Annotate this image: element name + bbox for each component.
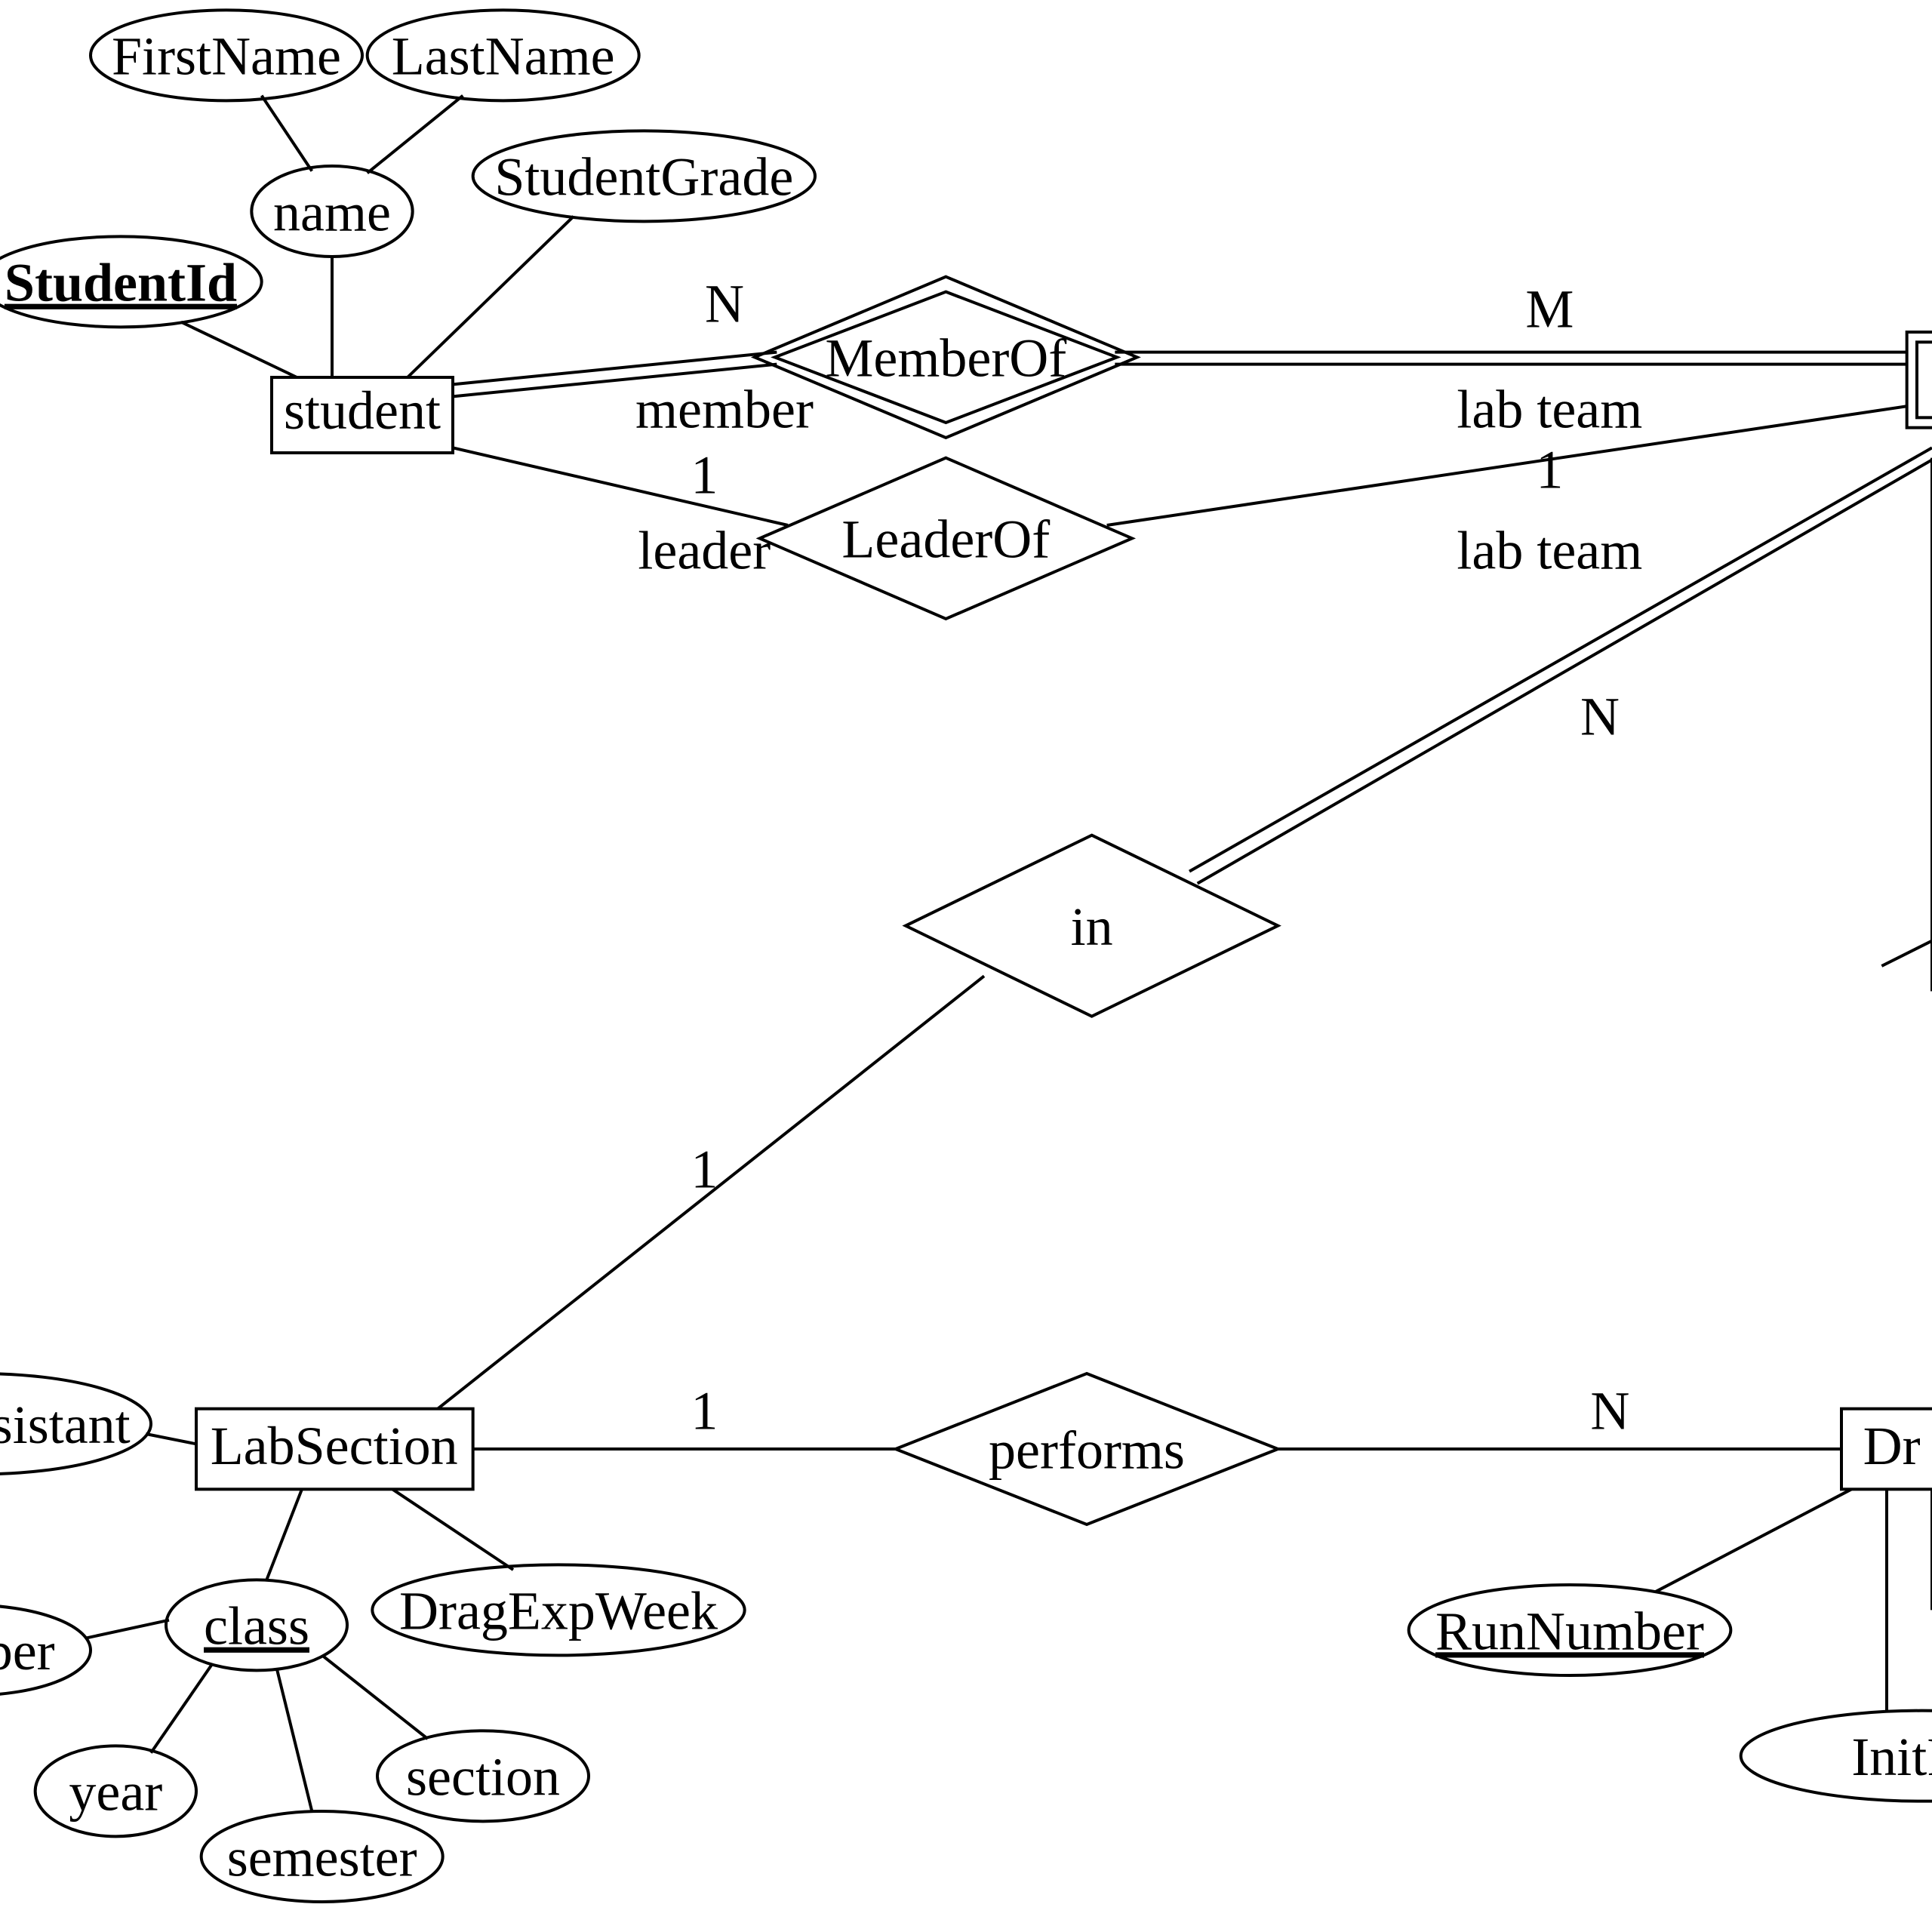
relationship-in: in <box>906 835 1278 1017</box>
attribute-class: class <box>166 1580 347 1670</box>
role-labteam-1: lab team <box>1457 380 1642 440</box>
er-diagram: FirstName LastName name StudentGrade Stu… <box>0 0 1932 1932</box>
edge-in-labteam-a <box>1189 448 1932 871</box>
edge-assistant-labsection <box>146 1434 196 1444</box>
relationship-in-label: in <box>1071 897 1113 957</box>
attribute-dragexpweek-label: DragExpWeek <box>399 1581 718 1641</box>
cardinality-leaderof-team: 1 <box>1536 440 1563 500</box>
attribute-studentid-label: StudentId <box>5 253 237 313</box>
relationship-leaderof-label: LeaderOf <box>841 509 1050 570</box>
entity-labteam-partial <box>1907 332 1932 428</box>
cardinality-performs-section: 1 <box>691 1380 718 1441</box>
role-leader: leader <box>638 520 771 580</box>
edge-semester-class <box>277 1669 312 1811</box>
relationship-leaderof: LeaderOf <box>760 458 1132 619</box>
attribute-section: section <box>377 1730 589 1821</box>
edge-class-labsection <box>266 1489 302 1580</box>
attribute-year: year <box>35 1746 196 1836</box>
edge-year-class <box>151 1666 211 1753</box>
attribute-assistant: ssistant <box>0 1374 151 1474</box>
cardinality-in-section: 1 <box>691 1139 718 1199</box>
attribute-initposition-label: InitPositi <box>1851 1727 1932 1787</box>
attribute-number: ber <box>0 1605 91 1696</box>
entity-student: student <box>272 377 453 453</box>
cardinality-memberof-team: M <box>1525 278 1574 339</box>
attribute-studentgrade: StudentGrade <box>473 131 815 221</box>
attribute-studentid: StudentId <box>0 236 262 327</box>
attribute-firstname-label: FirstName <box>112 26 341 87</box>
entity-labsection-label: LabSection <box>211 1416 458 1476</box>
edge-lastname-name <box>368 96 463 174</box>
role-member: member <box>635 380 814 440</box>
attribute-name: name <box>251 166 412 257</box>
edge-firstname-name <box>262 96 312 171</box>
attribute-firstname: FirstName <box>91 10 362 100</box>
attribute-assistant-label: ssistant <box>0 1395 131 1455</box>
diamond-right-partial <box>1881 941 1932 992</box>
attribute-semester: semester <box>202 1811 443 1902</box>
edge-number-class <box>85 1620 169 1638</box>
attribute-runnumber: RunNumber <box>1409 1585 1731 1675</box>
edge-studentgrade-student <box>408 217 574 377</box>
relationship-performs: performs <box>896 1374 1278 1524</box>
attribute-number-label: ber <box>0 1621 55 1681</box>
edge-student-leaderof <box>453 448 788 525</box>
entity-dragexp-label: Dr <box>1863 1416 1921 1476</box>
attribute-lastname-label: LastName <box>392 26 615 87</box>
attribute-semester-label: semester <box>227 1827 417 1887</box>
edge-studentid-student <box>181 322 297 377</box>
relationship-performs-label: performs <box>989 1420 1185 1480</box>
attribute-initposition: InitPositi <box>1741 1711 1932 1801</box>
attribute-name-label: name <box>273 182 391 242</box>
cardinality-in-team: N <box>1580 686 1620 746</box>
cardinality-memberof-student: N <box>705 274 744 334</box>
attribute-dragexpweek: DragExpWeek <box>372 1564 744 1655</box>
attribute-studentgrade-label: StudentGrade <box>494 147 793 208</box>
attribute-lastname: LastName <box>368 10 639 100</box>
attribute-runnumber-label: RunNumber <box>1435 1601 1704 1661</box>
attribute-class-label: class <box>204 1596 309 1657</box>
entity-dragexp-partial: Dr <box>1841 1409 1932 1490</box>
edge-section-class <box>322 1655 428 1739</box>
edge-dragexpweek-labsection <box>392 1489 513 1570</box>
edge-runnumber-dr <box>1655 1489 1851 1592</box>
entity-labsection: LabSection <box>196 1409 473 1490</box>
relationship-memberof-label: MemberOf <box>825 328 1066 389</box>
attribute-section-label: section <box>406 1747 560 1807</box>
entity-student-label: student <box>284 380 441 441</box>
role-labteam-2: lab team <box>1457 520 1642 580</box>
attribute-year-label: year <box>69 1762 162 1823</box>
cardinality-performs-exp: N <box>1590 1380 1629 1441</box>
cardinality-leaderof-student: 1 <box>691 445 718 505</box>
